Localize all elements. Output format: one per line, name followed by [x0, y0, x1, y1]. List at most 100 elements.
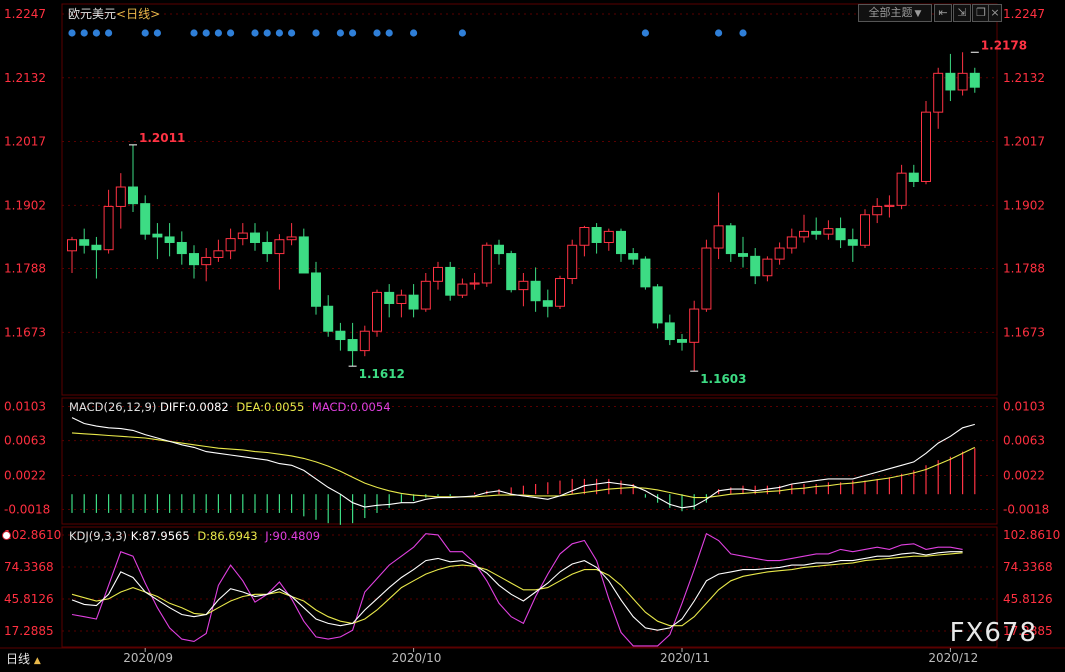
x-tick-label: 2020/10 [392, 651, 442, 665]
candle-down [408, 294, 419, 310]
y-tick-label-left: 102.8610 [4, 528, 61, 542]
candle-up [860, 214, 870, 246]
candle-down [250, 232, 260, 243]
signal-dot [385, 29, 393, 37]
chart-stage: 1.2247 1.2247 1.2132 1.2132 1.2017 1.2017 1.19… [0, 0, 1065, 668]
signal-dot [458, 29, 466, 37]
candle-down [79, 239, 90, 246]
y-tick-label-left: 1.2247 [4, 7, 46, 21]
candle-down [969, 72, 980, 88]
signal-dot [68, 29, 76, 37]
y-tick-label-left: 0.0063 [4, 434, 46, 448]
candle-up [396, 294, 407, 304]
candle-up [872, 205, 883, 216]
period-selector[interactable]: 日线 ▲ [6, 650, 41, 667]
y-tick-label-right: 0.0022 [1003, 468, 1045, 482]
signal-dot [349, 29, 357, 37]
candle-up [762, 258, 773, 277]
candle-down [91, 244, 102, 251]
signal-dot [641, 29, 650, 37]
candle-up [201, 256, 212, 266]
candle-up [689, 308, 700, 343]
kdj-d-value: D:86.6943 [197, 529, 258, 543]
candle-down [311, 272, 321, 307]
candle-up [884, 204, 895, 207]
candle-up [603, 230, 614, 243]
signal-dot [373, 29, 381, 37]
candle-down [640, 258, 651, 288]
signal-dot [336, 29, 344, 37]
chart-title: 欧元美元<日线> [68, 5, 160, 22]
candle-up [225, 238, 236, 252]
period-label[interactable]: <日线> [116, 7, 160, 21]
candle-down [384, 291, 395, 304]
theme-button[interactable]: 全部主题 ▼ [858, 4, 932, 22]
macd-dea-value: DEA:0.0055 [236, 400, 305, 414]
kdj-legend: KDJ(9,3,3) K:87.9565 D:86.6943 J:90.4809 [69, 529, 320, 543]
candle-down [616, 230, 626, 255]
pane-frame-1 [61, 397, 998, 525]
y-tick-label-right: 1.2132 [1003, 71, 1045, 85]
candle-down [591, 227, 602, 243]
candle-down [738, 253, 748, 257]
candle-up [481, 244, 492, 284]
macd-diff-value: DIFF:0.0082 [160, 400, 229, 414]
y-tick-label-left: 74.3368 [4, 560, 54, 574]
y-tick-label-left: 1.1788 [4, 262, 46, 276]
candle-down [189, 253, 199, 266]
candle-down [140, 203, 151, 235]
y-tick-label-right: 45.8126 [1003, 592, 1053, 606]
y-tick-label-left: 1.1902 [4, 198, 46, 212]
candle-up [359, 330, 370, 352]
candle-down [542, 300, 553, 307]
candle-down [164, 236, 175, 243]
candle-down [811, 230, 822, 235]
y-tick-label-left: 1.2017 [4, 135, 46, 149]
signal-dot [312, 29, 320, 37]
candle-up [799, 230, 809, 238]
pane-frame-0 [61, 3, 998, 396]
candle-down [445, 266, 456, 296]
candle-up [701, 247, 712, 310]
signal-dot [105, 29, 113, 37]
macd-name: MACD(26,12,9) [69, 400, 157, 414]
candle-down [347, 339, 358, 352]
annotation-label: 1.2011 [139, 131, 185, 145]
resize-icon[interactable]: ⇲ [953, 4, 971, 22]
candle-down [908, 172, 919, 182]
candle-up [457, 283, 468, 296]
y-tick-label-right: -0.0018 [1003, 503, 1049, 517]
kdj-k-line [71, 551, 963, 631]
signal-dot [251, 29, 259, 37]
x-tick-label: 2020/09 [123, 651, 173, 665]
candle-up [372, 291, 382, 332]
macd-legend: MACD(26,12,9) DIFF:0.0082 DEA:0.0055 MAC… [69, 400, 391, 414]
y-tick-label-right: 102.8610 [1003, 528, 1060, 542]
candle-down [128, 186, 138, 205]
panel-settings-icon[interactable] [2, 531, 11, 540]
close-icon[interactable]: × [988, 4, 1002, 22]
candle-down [835, 228, 846, 241]
candle-down [506, 253, 517, 291]
candle-down [750, 255, 761, 277]
signal-dot [214, 29, 222, 37]
candle-down [628, 253, 639, 260]
candle-down [494, 244, 504, 255]
signal-dot [275, 29, 283, 37]
annotation-label: 1.2178 [981, 38, 1027, 52]
signal-dot [80, 29, 88, 37]
y-tick-label-right: 1.1902 [1003, 198, 1045, 212]
macd-diff-line [71, 417, 975, 509]
y-tick-label-left: 45.8126 [4, 592, 54, 606]
pan-left-icon[interactable]: ⇤ [934, 4, 952, 22]
candle-down [176, 241, 187, 255]
signal-dot [202, 29, 210, 37]
candle-up [579, 227, 590, 246]
theme-button-label: 全部主题 [868, 6, 913, 19]
candle-up [433, 266, 443, 282]
signal-dot [153, 29, 161, 37]
candle-up [67, 239, 77, 252]
x-tick-label: 2020/12 [928, 651, 978, 665]
kdj-k-value: K:87.9565 [130, 529, 190, 543]
y-tick-label-right: 1.1788 [1003, 262, 1045, 276]
